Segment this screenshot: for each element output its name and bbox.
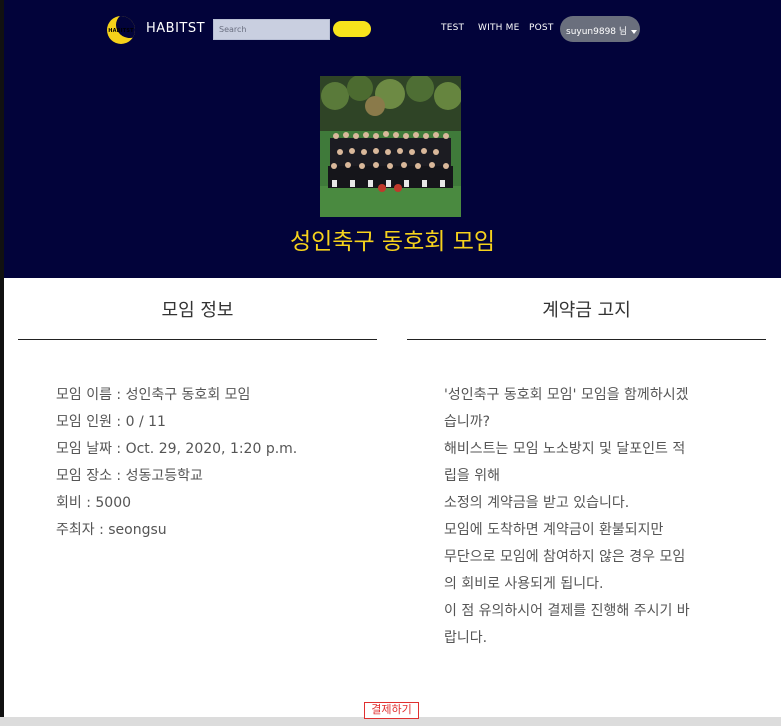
event-photo: [320, 76, 461, 217]
event-title: 성인축구 동호회 모임: [289, 229, 496, 255]
notice-divider: [407, 339, 766, 340]
info-host: 주최자 : seongsu: [56, 522, 167, 538]
notice-line: 해비스트는 모임 노소방지 및 달포인트 적: [444, 441, 686, 457]
search-button[interactable]: SEARCH: [333, 21, 371, 37]
brand-logo-text: HABITST: [108, 28, 134, 34]
notice-line: 무단으로 모임에 참여하지 않은 경우 모임: [444, 549, 686, 565]
notice-line: 립을 위해: [444, 468, 500, 484]
search-input[interactable]: [213, 19, 330, 40]
caret-down-icon: [631, 29, 638, 34]
info-location: 모임 장소 : 성동고등학교: [56, 468, 203, 484]
notice-line: 의 회비로 사용되게 됩니다.: [444, 576, 604, 592]
nav-link-test[interactable]: TEST: [441, 23, 464, 33]
user-menu-dropdown[interactable]: suyun9898 님: [560, 16, 640, 42]
notice-line: 소정의 계약금을 받고 있습니다.: [444, 495, 630, 511]
notice-line: 랍니다.: [444, 630, 488, 646]
info-heading: 모임 정보: [161, 300, 234, 321]
pay-button[interactable]: 결제하기: [364, 702, 419, 719]
notice-heading: 계약금 고지: [542, 300, 631, 321]
nav-link-with-me[interactable]: WITH ME: [478, 23, 520, 33]
info-members: 모임 인원 : 0 / 11: [56, 414, 166, 430]
notice-line: 모임에 도착하면 계약금이 환불되지만: [444, 522, 664, 538]
info-fee: 회비 : 5000: [56, 495, 132, 511]
notice-line: 이 점 유의하시어 결제를 진행해 주시기 바: [444, 603, 690, 619]
brand-name[interactable]: HABITST: [146, 21, 205, 36]
notice-line: '성인축구 동호회 모임' 모임을 함께하시겠: [444, 387, 689, 403]
nav-link-post[interactable]: POST: [529, 23, 554, 33]
info-divider: [18, 339, 377, 340]
brand-logo[interactable]: HABITST: [107, 16, 135, 44]
user-menu-label: suyun9898 님: [566, 27, 628, 37]
info-date: 모임 날짜 : Oct. 29, 2020, 1:20 p.m.: [56, 441, 298, 457]
notice-line: 습니까?: [444, 414, 491, 430]
info-name: 모임 이름 : 성인축구 동호회 모임: [56, 387, 251, 403]
